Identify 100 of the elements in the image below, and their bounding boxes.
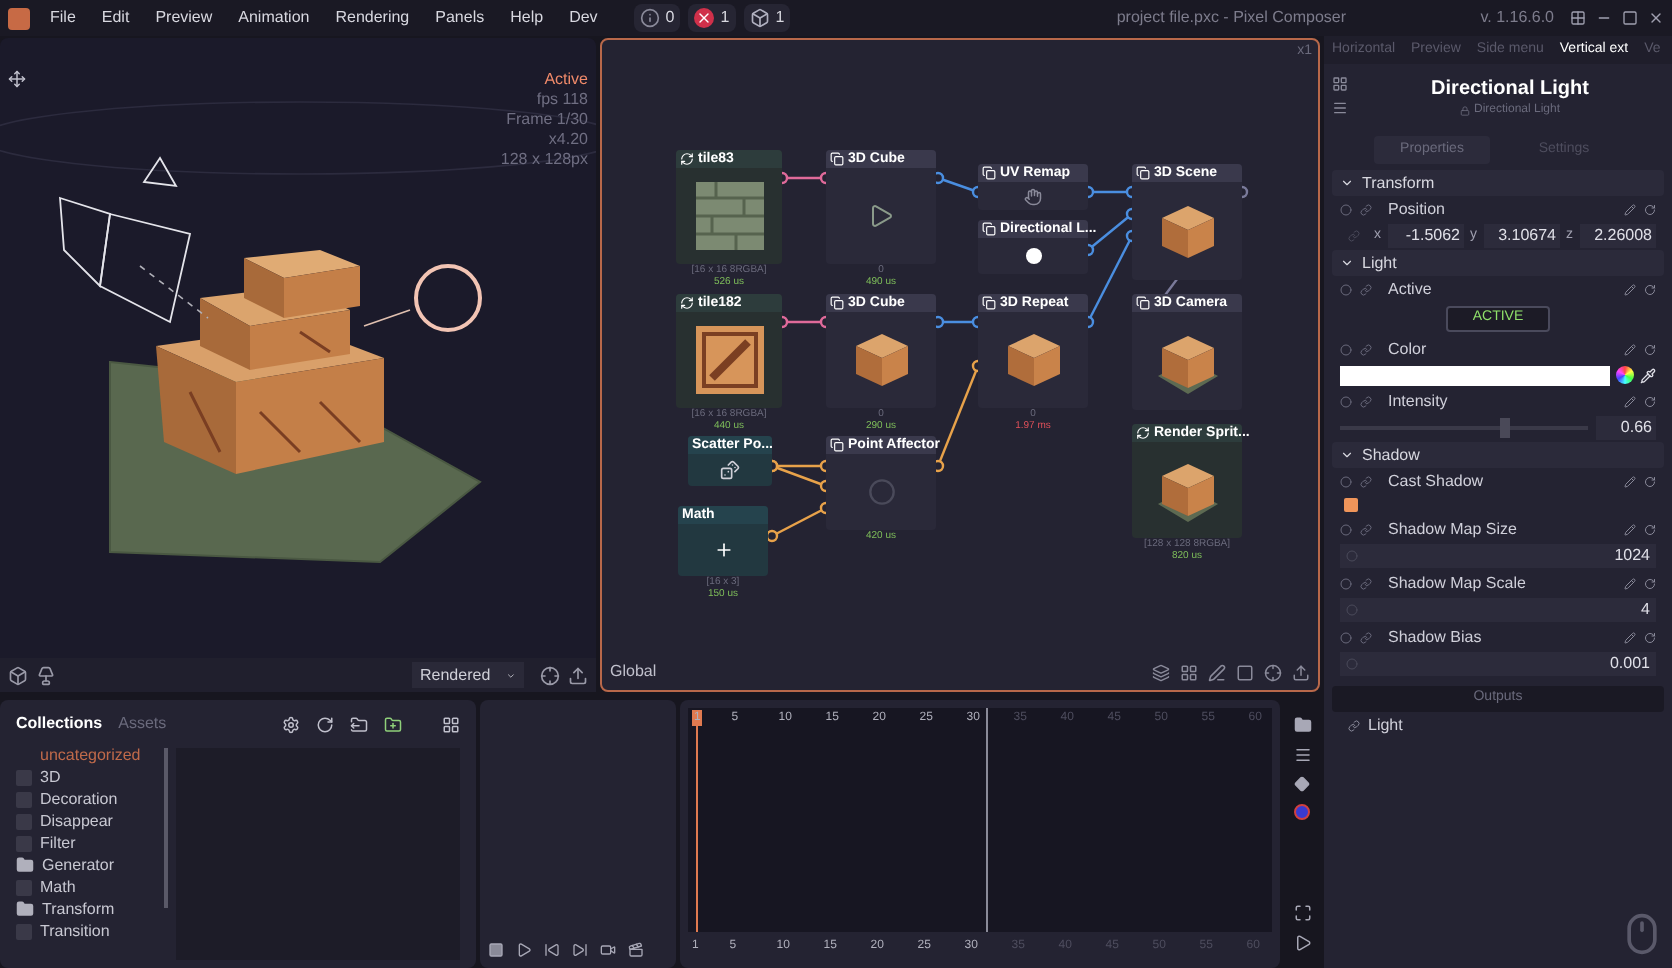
edit-icon[interactable]: [1624, 523, 1636, 535]
folder-item[interactable]: Transform: [42, 897, 115, 921]
number-field[interactable]: 4: [1340, 598, 1656, 622]
edit-icon[interactable]: [1624, 203, 1636, 215]
new-folder-icon[interactable]: [384, 715, 402, 733]
menu-item[interactable]: Preview: [151, 6, 217, 30]
folder-item[interactable]: Disappear: [40, 809, 113, 833]
export-icon[interactable]: [1292, 663, 1310, 681]
grid-icon[interactable]: [1332, 76, 1348, 92]
folder-icon[interactable]: [1293, 716, 1311, 734]
number-field[interactable]: 2.26008: [1579, 224, 1656, 248]
number-field[interactable]: 1024: [1340, 544, 1656, 568]
folder-item[interactable]: Math: [40, 875, 76, 899]
list-icon[interactable]: [1332, 100, 1348, 116]
close-icon[interactable]: [1648, 10, 1664, 26]
stop-icon[interactable]: [488, 942, 504, 958]
link-icon[interactable]: [1360, 631, 1372, 643]
menu-item[interactable]: File: [46, 6, 80, 30]
number-field[interactable]: 0.001: [1340, 652, 1656, 676]
link-icon[interactable]: [1360, 577, 1372, 589]
folder-item[interactable]: Generator: [42, 853, 115, 877]
eyedropper-icon[interactable]: [1640, 367, 1656, 383]
play-icon[interactable]: [516, 942, 532, 958]
maximize-icon[interactable]: [1622, 10, 1638, 26]
reset-icon[interactable]: [1644, 577, 1656, 589]
reset-icon[interactable]: [1644, 203, 1656, 215]
reset-icon[interactable]: [1644, 523, 1656, 535]
section-header[interactable]: Shadow: [1332, 442, 1664, 468]
library-tab[interactable]: Collections: [16, 712, 103, 736]
number-field[interactable]: 3.10674: [1483, 224, 1560, 248]
folder-item[interactable]: 3D: [40, 765, 61, 789]
anim-toggle-icon[interactable]: [1340, 577, 1352, 589]
link-icon[interactable]: [1360, 523, 1372, 535]
link-icon[interactable]: [1360, 343, 1372, 355]
number-field[interactable]: 0.66: [1596, 416, 1656, 440]
reset-icon[interactable]: [1644, 475, 1656, 487]
link-icon[interactable]: [1360, 395, 1372, 407]
lamp-icon[interactable]: [36, 665, 56, 685]
menu-item[interactable]: Help: [506, 6, 548, 30]
settings-icon[interactable]: [282, 715, 300, 733]
link-icon[interactable]: [1360, 475, 1372, 487]
first-frame-icon[interactable]: [544, 942, 560, 958]
anim-toggle-icon[interactable]: [1340, 631, 1352, 643]
folder-item[interactable]: Decoration: [40, 787, 118, 811]
menu-item[interactable]: Edit: [97, 6, 134, 30]
reset-icon[interactable]: [1644, 283, 1656, 295]
edit-icon[interactable]: [1624, 283, 1636, 295]
folder-item[interactable]: Filter: [40, 831, 76, 855]
render-icon[interactable]: [628, 942, 644, 958]
layers-icon[interactable]: [1152, 663, 1170, 681]
edit-icon[interactable]: [1624, 475, 1636, 487]
center-icon[interactable]: [1264, 663, 1282, 681]
gizmo-icon[interactable]: [8, 70, 26, 88]
menu-item[interactable]: Rendering: [331, 6, 414, 30]
anim-toggle-icon[interactable]: [1340, 475, 1352, 487]
link-icon[interactable]: [1360, 203, 1372, 215]
anim-toggle-icon[interactable]: [1340, 343, 1352, 355]
edit-icon[interactable]: [1624, 577, 1636, 589]
folder-item[interactable]: Transition: [40, 919, 110, 943]
status-indicator[interactable]: 0: [633, 4, 681, 32]
center-icon[interactable]: [540, 665, 560, 685]
reset-icon[interactable]: [1644, 395, 1656, 407]
menu-icon[interactable]: [1293, 746, 1311, 764]
pen-icon[interactable]: [1208, 663, 1226, 681]
menu-item[interactable]: Animation: [234, 6, 314, 30]
grid-icon[interactable]: [1180, 663, 1198, 681]
folder-item[interactable]: uncategorized: [40, 743, 141, 767]
anim-toggle-icon[interactable]: [1340, 203, 1352, 215]
color-wheel-icon[interactable]: [1616, 366, 1634, 384]
color-swatch[interactable]: [1340, 365, 1610, 385]
play-icon[interactable]: [1293, 934, 1311, 952]
checkbox[interactable]: [1344, 498, 1358, 512]
anim-toggle-icon[interactable]: [1340, 283, 1352, 295]
anim-toggle-icon[interactable]: [1340, 395, 1352, 407]
menu-item[interactable]: Dev: [565, 6, 602, 30]
refresh-icon[interactable]: [316, 715, 334, 733]
layout-icon[interactable]: [1570, 10, 1586, 26]
status-indicator[interactable]: 1: [743, 4, 791, 32]
scene-icon[interactable]: [8, 665, 28, 685]
square-icon[interactable]: [1236, 663, 1254, 681]
section-header[interactable]: Transform: [1332, 170, 1664, 196]
reset-icon[interactable]: [1644, 631, 1656, 643]
camera-icon[interactable]: [600, 942, 616, 958]
menu-item[interactable]: Panels: [431, 6, 489, 30]
render-mode-dropdown[interactable]: Rendered: [412, 662, 524, 688]
export-icon[interactable]: [568, 665, 588, 685]
slider-thumb[interactable]: [1499, 418, 1510, 438]
last-frame-icon[interactable]: [572, 942, 588, 958]
number-field[interactable]: -1.5062: [1387, 224, 1464, 248]
section-header[interactable]: Light: [1332, 250, 1664, 276]
status-indicator[interactable]: 1: [688, 4, 736, 32]
color-wheel-icon[interactable]: [1294, 804, 1310, 820]
fit-icon[interactable]: [1293, 904, 1311, 922]
link-icon[interactable]: [1360, 283, 1372, 295]
edit-icon[interactable]: [1624, 343, 1636, 355]
grid-view-icon[interactable]: [442, 715, 460, 733]
edit-icon[interactable]: [1624, 631, 1636, 643]
keyframe-icon[interactable]: [1294, 776, 1310, 792]
edit-icon[interactable]: [1624, 395, 1636, 407]
anim-toggle-icon[interactable]: [1340, 523, 1352, 535]
